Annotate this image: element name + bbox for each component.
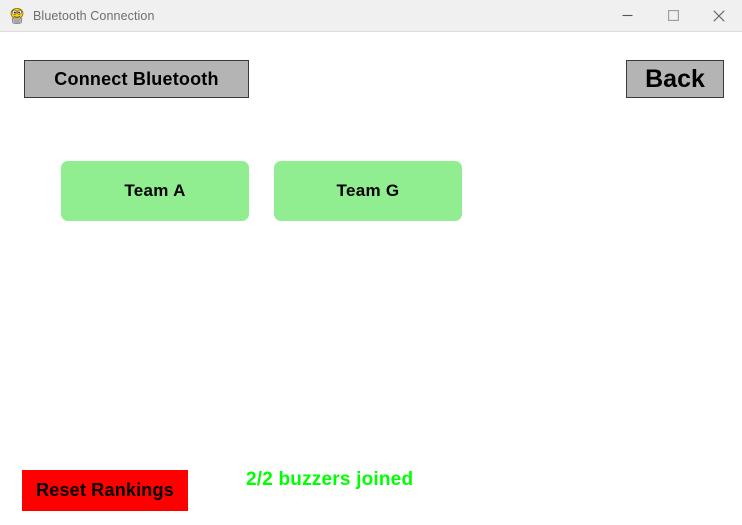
back-button[interactable]: Back <box>626 60 724 98</box>
window-title: Bluetooth Connection <box>33 8 155 23</box>
team-button-g[interactable]: Team G <box>274 161 462 221</box>
title-bar[interactable]: Bluetooth Connection <box>0 0 742 32</box>
close-button[interactable] <box>696 0 742 31</box>
app-mascot-icon <box>10 7 24 24</box>
reset-rankings-button[interactable]: Reset Rankings <box>22 470 188 511</box>
buzzer-status-label: 2/2 buzzers joined <box>246 469 414 490</box>
window-controls <box>604 0 742 31</box>
maximize-icon <box>667 10 679 21</box>
minimize-button[interactable] <box>604 0 650 31</box>
connect-bluetooth-button[interactable]: Connect Bluetooth <box>24 60 249 98</box>
team-button-a[interactable]: Team A <box>61 161 249 221</box>
client-area: Connect Bluetooth Back Team A Team G Res… <box>0 32 742 525</box>
maximize-button[interactable] <box>650 0 696 31</box>
close-icon <box>713 9 725 22</box>
minimize-icon <box>622 14 632 17</box>
application-window: Bluetooth Connection Connect Bluetooth B… <box>0 0 742 525</box>
